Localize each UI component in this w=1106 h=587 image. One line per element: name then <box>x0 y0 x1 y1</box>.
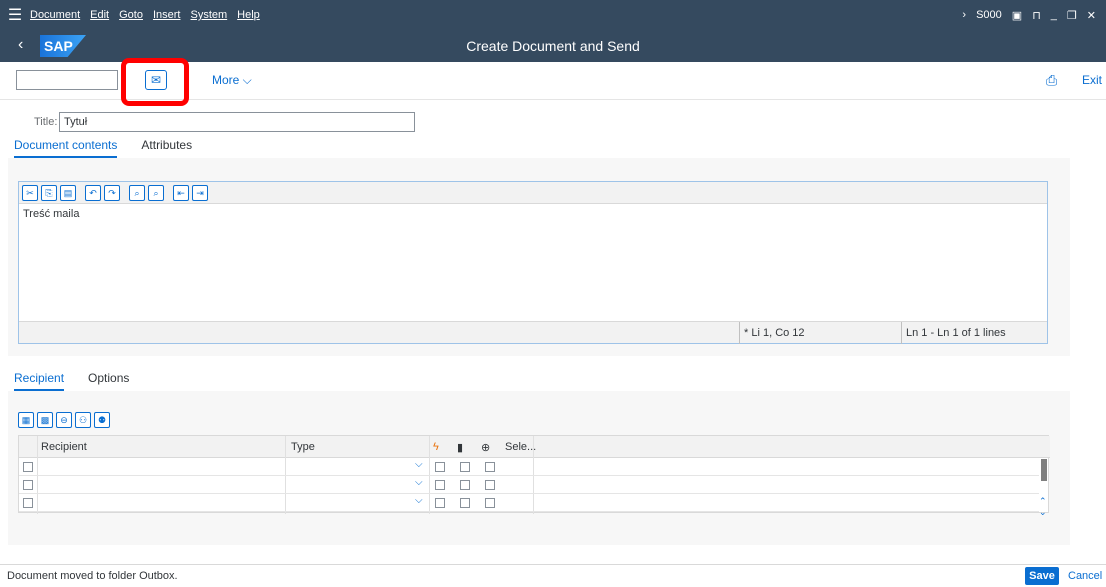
tab-document-contents[interactable]: Document contents <box>14 138 118 158</box>
column-recipient: Recipient <box>41 441 87 453</box>
column-type: Type <box>291 441 315 453</box>
delete-row-icon[interactable]: ⊖ <box>56 412 72 428</box>
exit-button[interactable]: Exit <box>1082 73 1102 87</box>
cursor-position: * Li 1, Co 12 <box>739 322 901 344</box>
type-dropdown-icon[interactable]: ⌵ <box>415 495 423 506</box>
recipient-tabs: Recipient Options <box>14 371 153 391</box>
cancel-button[interactable]: Cancel <box>1068 570 1102 582</box>
modified-marker: * <box>744 327 749 339</box>
recipient-toolbar: ▦ ▩ ⊖ ⚇ ⚉ <box>18 412 113 428</box>
row-selector[interactable] <box>23 480 33 490</box>
row-selector[interactable] <box>23 498 33 508</box>
blind-copy-checkbox[interactable] <box>485 498 495 508</box>
scroll-arrows-icon[interactable]: ⌃ ⌄ <box>1039 496 1047 518</box>
copy-checkbox[interactable] <box>460 480 470 490</box>
hamburger-menu-icon[interactable]: ☰ <box>0 5 30 25</box>
table-row: ⌵ <box>19 476 1039 494</box>
express-checkbox[interactable] <box>435 462 445 472</box>
menu-goto[interactable]: Goto <box>119 9 143 21</box>
menu-edit[interactable]: Edit <box>90 9 109 21</box>
find-icon[interactable]: ⌕ <box>129 184 145 201</box>
row-selector[interactable] <box>23 462 33 472</box>
status-message: Document moved to folder Outbox. <box>7 570 178 582</box>
cursor-position-text: Li 1, Co 12 <box>751 327 805 339</box>
title-label: Title: <box>34 116 58 128</box>
system-id: S000 <box>976 9 1002 21</box>
print-icon[interactable]: ⎙ <box>1046 72 1057 89</box>
type-dropdown-icon[interactable]: ⌵ <box>415 459 423 470</box>
menu-document[interactable]: Document <box>30 9 80 21</box>
blind-copy-checkbox[interactable] <box>485 480 495 490</box>
express-icon: ϟ <box>433 441 439 453</box>
type-dropdown-icon[interactable]: ⌵ <box>415 477 423 488</box>
copy-checkbox[interactable] <box>460 462 470 472</box>
tab-recipient[interactable]: Recipient <box>14 371 65 391</box>
recipient-table: Recipient Type ϟ ▮ ⊕ Sele... ⌵ ⌵ ⌵ ⌃ ⌄ <box>18 435 1050 517</box>
minimize-icon[interactable]: _ <box>1051 9 1057 21</box>
body-text: Treść maila <box>23 208 80 220</box>
table-row: ⌵ <box>19 458 1039 476</box>
type-cell[interactable] <box>289 478 409 492</box>
find-next-icon[interactable]: ⌕ <box>148 184 164 201</box>
menu-bar: ☰ Document Edit Goto Insert System Help … <box>0 0 1106 30</box>
save-button[interactable]: Save <box>1025 567 1059 585</box>
table-header: Recipient Type ϟ ▮ ⊕ Sele... <box>19 436 1050 458</box>
type-cell[interactable] <box>289 496 409 510</box>
scrollbar-thumb[interactable] <box>1041 459 1047 481</box>
menu-insert[interactable]: Insert <box>153 9 181 21</box>
text-editor: ✂ ⎘ ▤ ↶ ↷ ⌕ ⌕ ⇤ ⇥ Treść maila * Li 1, Co… <box>18 181 1048 344</box>
type-cell[interactable] <box>289 460 409 474</box>
column-select: Sele... <box>505 441 537 453</box>
blind-copy-checkbox[interactable] <box>485 462 495 472</box>
more-label: More <box>212 73 240 87</box>
highlight-annotation <box>121 58 189 106</box>
close-icon[interactable]: ✕ <box>1087 9 1096 22</box>
editor-toolbar: ✂ ⎘ ▤ ↶ ↷ ⌕ ⌕ ⇤ ⇥ <box>19 182 1047 204</box>
undo-icon[interactable]: ↶ <box>85 184 101 201</box>
table-row: ⌵ <box>19 494 1039 512</box>
lock-icon[interactable]: ⊓ <box>1032 9 1041 22</box>
redo-icon[interactable]: ↷ <box>104 184 120 201</box>
more-menu-button[interactable]: More ⌵ <box>212 73 252 88</box>
command-field[interactable] <box>16 70 118 90</box>
tab-options[interactable]: Options <box>88 371 129 391</box>
transaction-icon[interactable]: ▣ <box>1012 9 1022 22</box>
blind-copy-icon: ⊕ <box>481 442 491 454</box>
express-checkbox[interactable] <box>435 498 445 508</box>
line-count: Ln 1 - Ln 1 of 1 lines <box>901 322 1048 344</box>
system-controls: › S000 ▣ ⊓ _ ❐ ✕ <box>962 0 1106 30</box>
cut-icon[interactable]: ✂ <box>22 184 38 201</box>
import-icon[interactable]: ⇤ <box>173 184 189 201</box>
maximize-icon[interactable]: ❐ <box>1067 9 1077 22</box>
express-checkbox[interactable] <box>435 480 445 490</box>
page-title: Create Document and Send <box>466 38 640 54</box>
menu-system[interactable]: System <box>190 9 227 21</box>
paste-icon[interactable]: ▤ <box>60 184 76 201</box>
export-icon[interactable]: ⇥ <box>192 184 208 201</box>
title-field[interactable] <box>59 112 415 132</box>
recipient-cell[interactable] <box>41 460 281 474</box>
recipient-cell[interactable] <box>41 496 281 510</box>
editor-status-bar: * Li 1, Co 12 Ln 1 - Ln 1 of 1 lines <box>19 321 1048 344</box>
status-bar: Document moved to folder Outbox. Save Ca… <box>0 564 1106 587</box>
recipient-cell[interactable] <box>41 478 281 492</box>
document-tabs: Document contents Attributes <box>14 138 216 158</box>
chevron-right-icon[interactable]: › <box>962 9 966 21</box>
select-all-icon[interactable]: ▦ <box>18 412 34 428</box>
deselect-all-icon[interactable]: ▩ <box>37 412 53 428</box>
copy-icon[interactable]: ⎘ <box>41 184 57 201</box>
copy-checkbox[interactable] <box>460 498 470 508</box>
tab-attributes[interactable]: Attributes <box>141 138 192 158</box>
editor-text-area[interactable]: Treść maila <box>19 204 1047 321</box>
copy-column-icon: ▮ <box>457 442 464 454</box>
distribution-list-icon[interactable]: ⚉ <box>94 412 110 428</box>
menu-help[interactable]: Help <box>237 9 260 21</box>
address-book-icon[interactable]: ⚇ <box>75 412 91 428</box>
